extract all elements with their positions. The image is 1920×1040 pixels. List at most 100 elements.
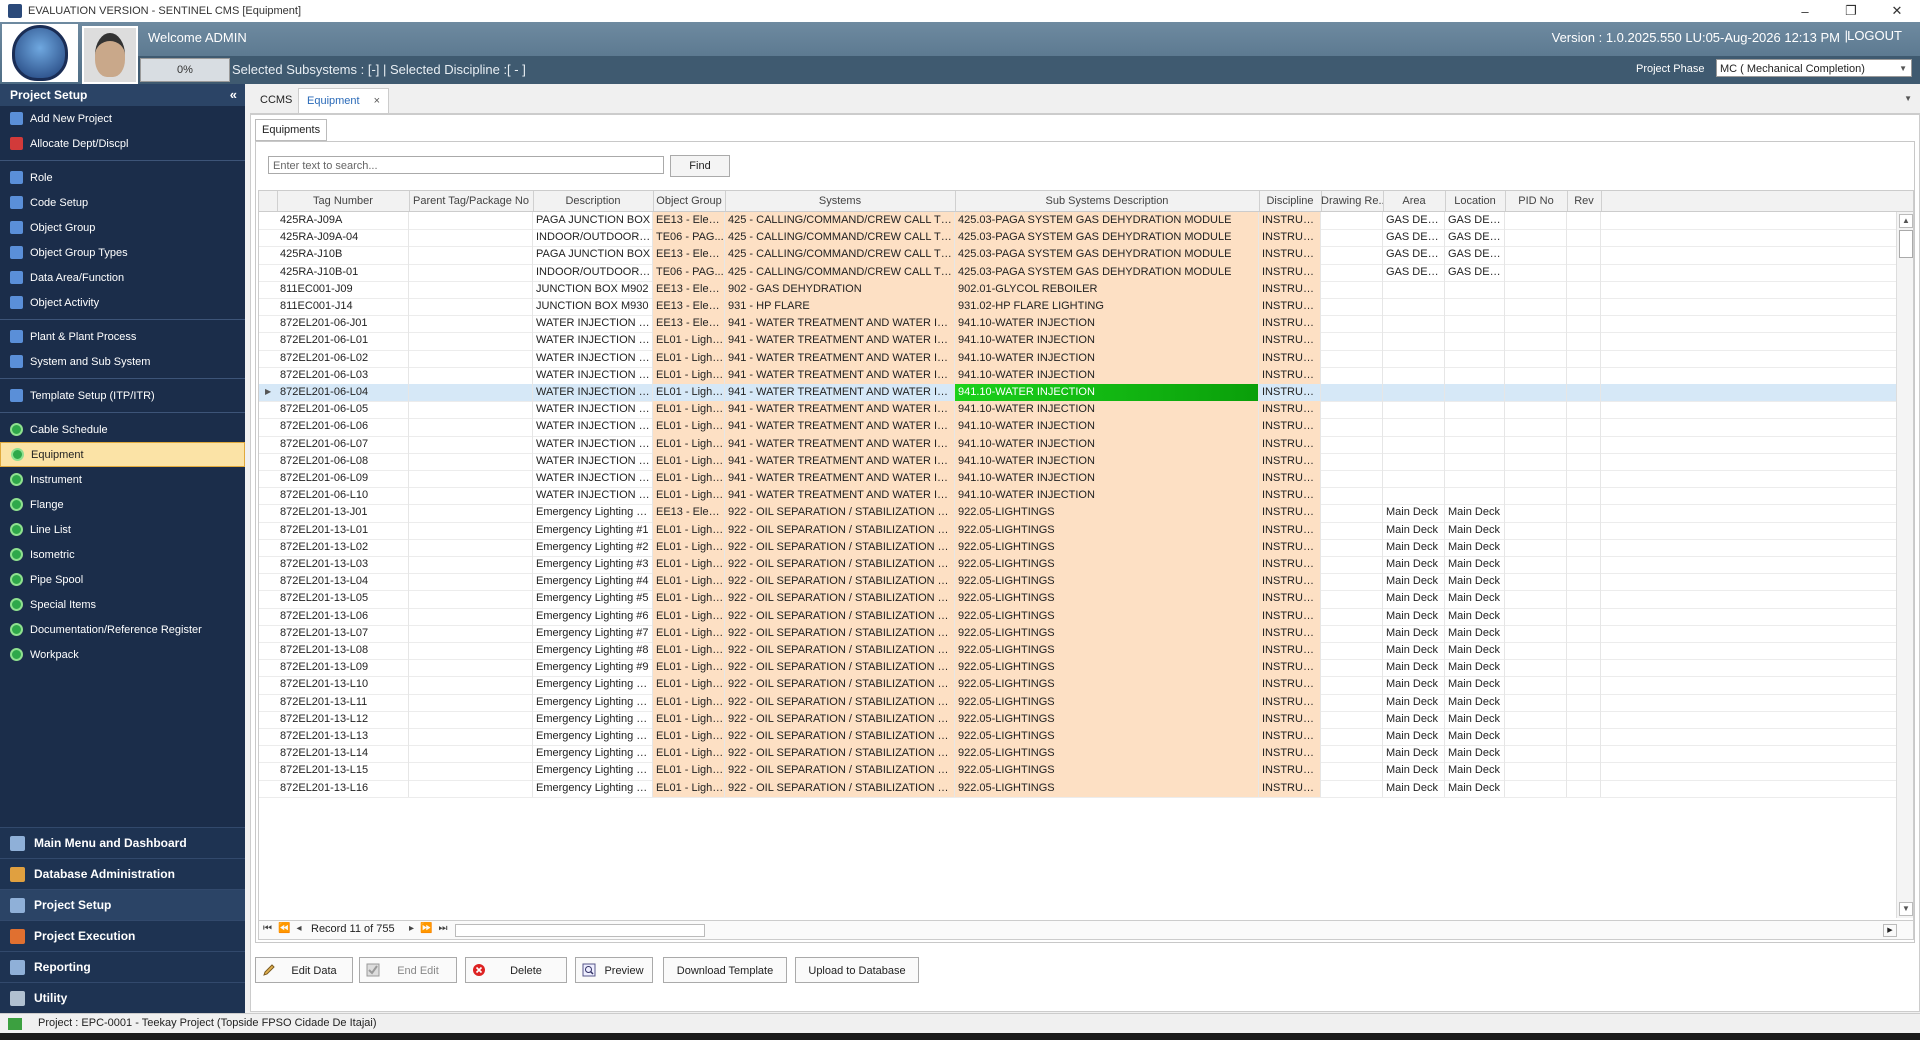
- column-header-object-group[interactable]: Object Group: [653, 191, 726, 211]
- table-row[interactable]: 872EL201-06-J01 WATER INJECTION EMERGENCY…: [259, 315, 1913, 334]
- cell-location[interactable]: [1445, 452, 1505, 470]
- cell-pid-no[interactable]: [1505, 521, 1567, 539]
- cell-sub-systems-description[interactable]: 922.05-LIGHTINGS: [955, 521, 1259, 539]
- cell-object-group[interactable]: EL01 - Lighti...: [653, 452, 725, 470]
- cell-description[interactable]: PAGA JUNCTION BOX: [533, 246, 653, 264]
- cell-rev[interactable]: [1567, 693, 1601, 711]
- cell-object-group[interactable]: EL01 - Lighti...: [653, 590, 725, 608]
- cell-rev[interactable]: [1567, 556, 1601, 574]
- cell-pid-no[interactable]: [1505, 332, 1567, 350]
- cell-description[interactable]: WATER INJECTION EMERGENCY...: [533, 435, 653, 453]
- cell-parent-tag-package-no[interactable]: [409, 642, 533, 660]
- cell-area[interactable]: [1383, 470, 1445, 488]
- cell-drawing-re[interactable]: [1321, 710, 1383, 728]
- scroll-down-icon[interactable]: ▼: [1899, 902, 1913, 916]
- cell-discipline[interactable]: INSTRUMEN...: [1259, 263, 1321, 281]
- cell-object-group[interactable]: EL01 - Lighti...: [653, 470, 725, 488]
- cell-object-group[interactable]: EE13 - Elect...: [653, 298, 725, 316]
- cell-description[interactable]: WATER INJECTION EMERGENCY...: [533, 315, 653, 333]
- nav-project-execution[interactable]: Project Execution: [0, 920, 245, 951]
- cell-location[interactable]: [1445, 470, 1505, 488]
- cell-area[interactable]: [1383, 452, 1445, 470]
- cell-rev[interactable]: [1567, 298, 1601, 316]
- cell-sub-systems-description[interactable]: 922.05-LIGHTINGS: [955, 659, 1259, 677]
- cell-area[interactable]: [1383, 298, 1445, 316]
- cell-drawing-re[interactable]: [1321, 676, 1383, 694]
- cell-discipline[interactable]: INSTRUMEN...: [1259, 590, 1321, 608]
- cell-area[interactable]: Main Deck: [1383, 521, 1445, 539]
- cell-pid-no[interactable]: [1505, 435, 1567, 453]
- cell-location[interactable]: [1445, 280, 1505, 298]
- search-input[interactable]: Enter text to search...: [268, 156, 664, 174]
- cell-description[interactable]: WATER INJECTION EMERGENCY...: [533, 487, 653, 505]
- cell-tag-number[interactable]: 872EL201-06-L03: [277, 366, 409, 384]
- cell-tag-number[interactable]: 872EL201-06-L08: [277, 452, 409, 470]
- cell-area[interactable]: Main Deck: [1383, 779, 1445, 797]
- cell-parent-tag-package-no[interactable]: [409, 452, 533, 470]
- cell-discipline[interactable]: INSTRUMEN...: [1259, 280, 1321, 298]
- cell-location[interactable]: Main Deck: [1445, 728, 1505, 746]
- sidebar-item-allocate-dept-discpl[interactable]: Allocate Dept/Discpl: [0, 131, 245, 156]
- column-header-parent-tag-package-no[interactable]: Parent Tag/Package No: [409, 191, 534, 211]
- cell-tag-number[interactable]: 425RA-J10B-01: [277, 263, 409, 281]
- cell-object-group[interactable]: EE13 - Elect...: [653, 246, 725, 264]
- cell-tag-number[interactable]: 872EL201-13-L05: [277, 590, 409, 608]
- cell-description[interactable]: WATER INJECTION EMERGENCY...: [533, 470, 653, 488]
- cell-drawing-re[interactable]: [1321, 745, 1383, 763]
- cell-location[interactable]: Main Deck: [1445, 745, 1505, 763]
- cell-pid-no[interactable]: [1505, 212, 1567, 230]
- tab-equipment[interactable]: Equipment ×: [298, 88, 390, 113]
- table-row[interactable]: 872EL201-06-L02 WATER INJECTION EMERGENCY…: [259, 349, 1913, 368]
- cell-object-group[interactable]: EL01 - Lighti...: [653, 332, 725, 350]
- cell-drawing-re[interactable]: [1321, 693, 1383, 711]
- sidebar-item-plant-plant-process[interactable]: Plant & Plant Process: [0, 324, 245, 349]
- cell-area[interactable]: [1383, 280, 1445, 298]
- sidebar-item-system-and-sub-system[interactable]: System and Sub System: [0, 349, 245, 374]
- cell-rev[interactable]: [1567, 573, 1601, 591]
- cell-parent-tag-package-no[interactable]: [409, 246, 533, 264]
- cell-tag-number[interactable]: 872EL201-06-L06: [277, 418, 409, 436]
- cell-location[interactable]: [1445, 366, 1505, 384]
- cell-area[interactable]: Main Deck: [1383, 676, 1445, 694]
- cell-description[interactable]: Emergency Lighting #3: [533, 556, 653, 574]
- cell-area[interactable]: Main Deck: [1383, 573, 1445, 591]
- cell-object-group[interactable]: TE06 - PAG...: [653, 263, 725, 281]
- table-row[interactable]: 872EL201-06-L06 WATER INJECTION EMERGENCY…: [259, 418, 1913, 437]
- cell-sub-systems-description[interactable]: 922.05-LIGHTINGS: [955, 607, 1259, 625]
- cell-sub-systems-description[interactable]: 425.03-PAGA SYSTEM GAS DEHYDRATION MODUL…: [955, 263, 1259, 281]
- cell-tag-number[interactable]: 425RA-J09A-04: [277, 229, 409, 247]
- sidebar-item-isometric[interactable]: Isometric: [0, 542, 245, 567]
- table-row[interactable]: ▶ 872EL201-06-L04 WATER INJECTION EMERGENC…: [259, 384, 1913, 403]
- cell-pid-no[interactable]: [1505, 556, 1567, 574]
- cell-tag-number[interactable]: 872EL201-06-L04: [277, 384, 409, 402]
- cell-description[interactable]: WATER INJECTION EMERGENCY...: [533, 401, 653, 419]
- cell-location[interactable]: Main Deck: [1445, 676, 1505, 694]
- cell-sub-systems-description[interactable]: 941.10-WATER INJECTION: [955, 332, 1259, 350]
- cell-tag-number[interactable]: 872EL201-13-L13: [277, 728, 409, 746]
- cell-drawing-re[interactable]: [1321, 435, 1383, 453]
- cell-rev[interactable]: [1567, 642, 1601, 660]
- cell-systems[interactable]: 425 - CALLING/COMMAND/CREW CALL TELEPHON…: [725, 229, 955, 247]
- cell-pid-no[interactable]: [1505, 246, 1567, 264]
- nav-project-setup[interactable]: Project Setup: [0, 889, 245, 920]
- nav-next-last-icons[interactable]: ▸⏩⏭: [409, 923, 453, 934]
- cell-drawing-re[interactable]: [1321, 401, 1383, 419]
- cell-object-group[interactable]: EL01 - Lighti...: [653, 366, 725, 384]
- cell-object-group[interactable]: EL01 - Lighti...: [653, 435, 725, 453]
- cell-location[interactable]: Main Deck: [1445, 762, 1505, 780]
- cell-description[interactable]: Emergency Lighting #5: [533, 590, 653, 608]
- cell-sub-systems-description[interactable]: 922.05-LIGHTINGS: [955, 710, 1259, 728]
- sidebar-item-pipe-spool[interactable]: Pipe Spool: [0, 567, 245, 592]
- cell-rev[interactable]: [1567, 366, 1601, 384]
- cell-systems[interactable]: 931 - HP FLARE: [725, 298, 955, 316]
- cell-pid-no[interactable]: [1505, 624, 1567, 642]
- end-edit-button[interactable]: End Edit: [359, 957, 457, 983]
- cell-object-group[interactable]: EL01 - Lighti...: [653, 418, 725, 436]
- horizontal-scrollbar[interactable]: [455, 924, 705, 937]
- cell-systems[interactable]: 922 - OIL SEPARATION / STABILIZATION TRA…: [725, 693, 955, 711]
- cell-pid-no[interactable]: [1505, 728, 1567, 746]
- cell-pid-no[interactable]: [1505, 384, 1567, 402]
- cell-object-group[interactable]: EL01 - Lighti...: [653, 401, 725, 419]
- cell-tag-number[interactable]: 872EL201-13-L15: [277, 762, 409, 780]
- cell-tag-number[interactable]: 872EL201-13-L08: [277, 642, 409, 660]
